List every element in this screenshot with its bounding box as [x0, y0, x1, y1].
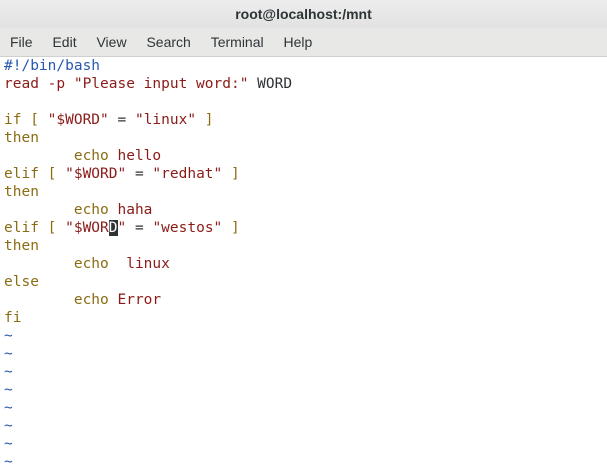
keyword: then — [4, 130, 39, 146]
echo-command: echo — [4, 292, 109, 308]
code-line: if [ "$WORD" = "linux" ] — [0, 111, 607, 129]
code-line: echo hello — [0, 147, 607, 165]
empty-line-marker: ~ — [4, 346, 13, 362]
empty-line-marker: ~ — [4, 400, 13, 416]
string: "linux" — [134, 112, 197, 128]
code-line: read -p "Please input word:" WORD — [0, 75, 607, 93]
menu-search[interactable]: Search — [138, 28, 198, 56]
code-line: then — [0, 129, 607, 147]
window-title: root@localhost:/mnt — [0, 0, 607, 28]
empty-line-marker: ~ — [4, 328, 13, 344]
menu-edit[interactable]: Edit — [44, 28, 84, 56]
keyword: then — [4, 184, 39, 200]
menu-terminal[interactable]: Terminal — [203, 28, 272, 56]
echo-arg: linux — [108, 256, 170, 272]
code-line: echo haha — [0, 201, 607, 219]
terminal-editor[interactable]: #!/bin/bash read -p "Please input word:"… — [0, 57, 607, 471]
code-line: fi — [0, 309, 607, 327]
bracket: ] — [222, 166, 240, 182]
variable-name: WORD — [248, 76, 293, 92]
echo-arg: hello — [108, 148, 162, 164]
echo-command: echo — [4, 256, 109, 272]
code-line: elif [ "$WORD" = "westos" ] — [0, 219, 607, 237]
code-line: echo linux — [0, 255, 607, 273]
code-line: then — [0, 237, 607, 255]
menu-bar: File Edit View Search Terminal Help — [0, 28, 607, 57]
menu-help[interactable]: Help — [276, 28, 321, 56]
operator: = — [108, 112, 135, 128]
keyword: else — [4, 274, 39, 290]
code-line: #!/bin/bash — [0, 57, 607, 75]
keyword: elif [ — [4, 220, 66, 236]
empty-line-marker: ~ — [4, 364, 13, 380]
string: "redhat" — [152, 166, 223, 182]
shebang: #!/bin/bash — [4, 58, 101, 74]
code-line: echo Error — [0, 291, 607, 309]
echo-arg: Error — [108, 292, 162, 308]
variable: "$WORD" — [65, 166, 127, 182]
variable: "$WORD" — [47, 112, 109, 128]
echo-command: echo — [4, 148, 109, 164]
operator: = — [126, 166, 153, 182]
text-cursor: D — [108, 220, 118, 236]
empty-line-marker: ~ — [4, 382, 13, 398]
echo-arg: haha — [108, 202, 153, 218]
code-line: then — [0, 183, 607, 201]
empty-line-marker: ~ — [4, 418, 13, 434]
menu-file[interactable]: File — [2, 28, 41, 56]
bracket: ] — [196, 112, 214, 128]
menu-view[interactable]: View — [88, 28, 134, 56]
code-line: elif [ "$WORD" = "redhat" ] — [0, 165, 607, 183]
operator: = — [126, 220, 153, 236]
echo-command: echo — [4, 202, 109, 218]
code-line: else — [0, 273, 607, 291]
read-command: read -p — [4, 76, 66, 92]
keyword: then — [4, 238, 39, 254]
empty-line-marker: ~ — [4, 436, 13, 452]
variable: " — [117, 220, 127, 236]
keyword: elif [ — [4, 166, 66, 182]
empty-line-marker: ~ — [4, 454, 13, 470]
bracket: ] — [222, 220, 240, 236]
keyword: if [ — [4, 112, 48, 128]
prompt-string: "Please input word:" — [65, 76, 249, 92]
keyword: fi — [4, 310, 22, 326]
string: "westos" — [152, 220, 223, 236]
variable: "$WOR — [65, 220, 109, 236]
